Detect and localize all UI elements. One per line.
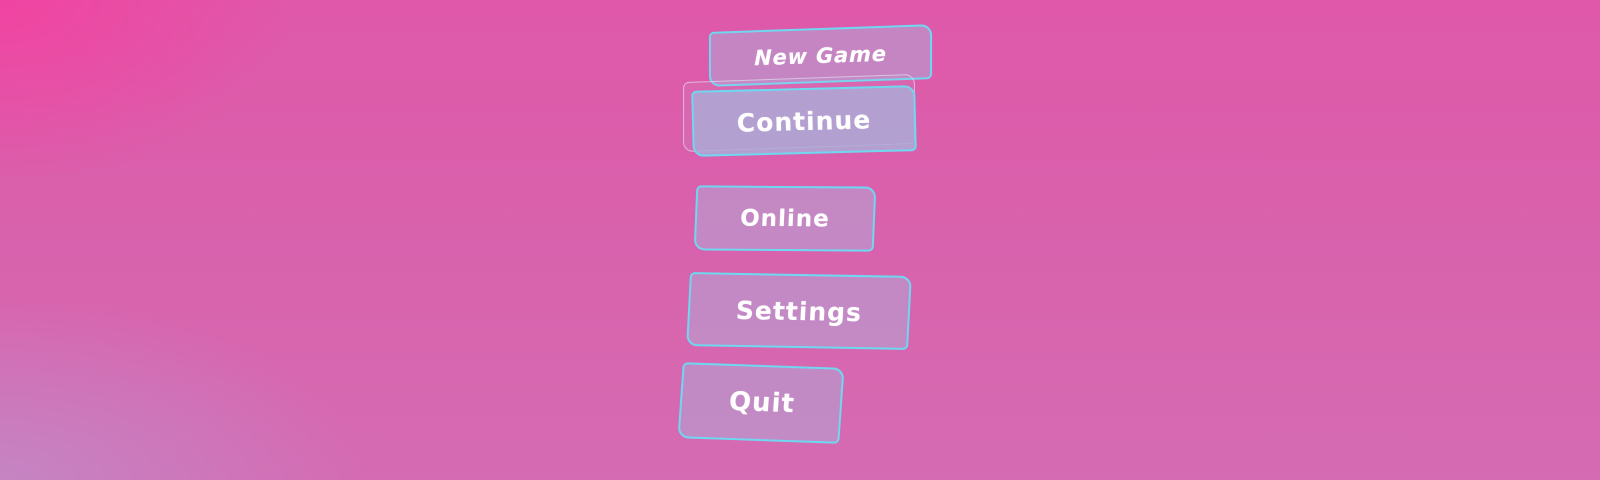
continue-label: Continue [736, 104, 872, 138]
online-label: Online [739, 205, 831, 232]
new-game-label: New Game [754, 41, 887, 70]
quit-label: Quit [728, 386, 796, 420]
settings-button[interactable]: Settings [686, 272, 912, 350]
main-menu: New Game Continue Online Settings Quit [0, 0, 1600, 480]
continue-button[interactable]: Continue [691, 85, 917, 157]
online-button[interactable]: Online [693, 185, 877, 252]
settings-label: Settings [735, 295, 863, 327]
quit-button[interactable]: Quit [677, 362, 845, 444]
